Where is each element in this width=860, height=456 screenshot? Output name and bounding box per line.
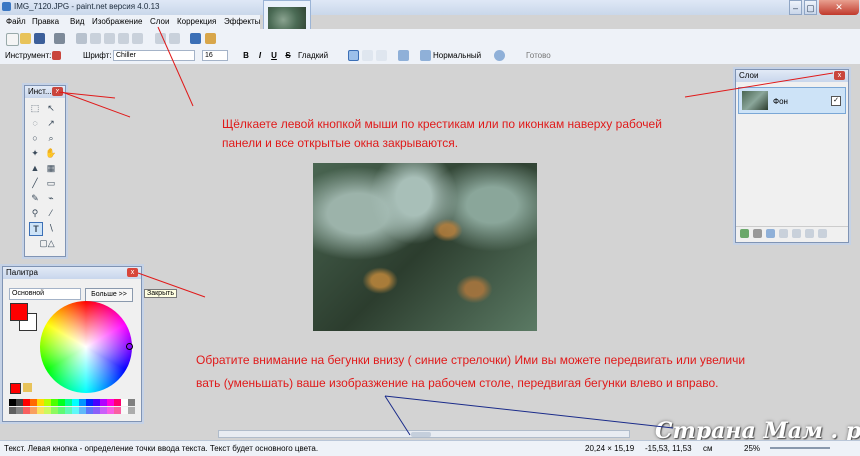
arrow-to-layers-menu xyxy=(157,26,194,107)
arrow-to-scroll-right xyxy=(384,395,674,429)
arrow-to-layers-close xyxy=(684,72,834,98)
arrow-to-palette-close xyxy=(137,272,206,298)
arrow-to-scroll-left xyxy=(384,395,411,436)
annotation-arrows xyxy=(56,26,834,436)
